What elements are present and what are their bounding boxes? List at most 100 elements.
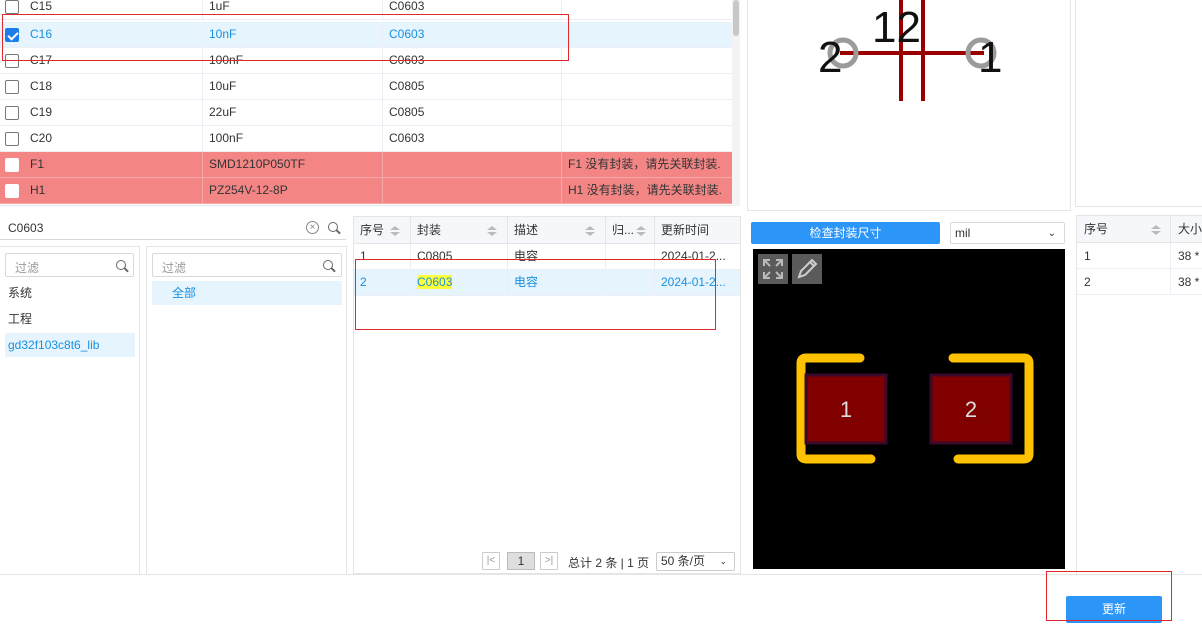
category-filter-input[interactable]: 过滤 (152, 253, 342, 277)
search-match-highlight: C0603 (417, 275, 453, 289)
footprint-cell (383, 152, 562, 178)
value-cell: 10uF (203, 74, 383, 100)
footprint-search-input[interactable]: C0603 × (0, 216, 346, 240)
footprint-drawing: 1 2 (796, 353, 1034, 464)
component-row[interactable]: C18 10uF C0805 (0, 74, 732, 100)
row-checkbox[interactable] (5, 80, 19, 94)
header-footprint[interactable]: 封装 (411, 217, 508, 244)
clear-icon[interactable]: × (306, 221, 319, 234)
description-cell: 电容 (508, 270, 606, 296)
search-icon[interactable] (328, 222, 340, 234)
update-button[interactable]: 更新 (1066, 596, 1162, 623)
footprint-cell (383, 178, 562, 204)
component-row[interactable]: C20 100nF C0603 (0, 126, 732, 152)
current-page[interactable]: 1 (507, 552, 535, 570)
category-item-all[interactable]: 全部 (152, 281, 342, 305)
pad-index-cell: 2 (1077, 269, 1171, 295)
footprint-name-cell: C0805 (411, 244, 508, 270)
pad-index-cell: 1 (1077, 243, 1171, 269)
header-index[interactable]: 序号 (354, 217, 411, 244)
footprint-row[interactable]: 1 C0805 电容 2024-01-2... (354, 244, 740, 270)
unit-value: mil (955, 226, 971, 240)
value-cell: PZ254V-12-8P (203, 178, 383, 204)
fullscreen-icon[interactable] (758, 254, 788, 284)
header-index[interactable]: 序号 (1077, 216, 1171, 243)
last-page-button[interactable]: >| (540, 552, 558, 570)
component-row[interactable]: C19 22uF C0805 (0, 100, 732, 126)
note-cell (562, 126, 732, 152)
value-cell: SMD1210P050TF (203, 152, 383, 178)
row-checkbox[interactable] (5, 158, 19, 172)
component-row[interactable]: C17 100nF C0603 (0, 48, 732, 74)
row-checkbox[interactable] (5, 132, 19, 146)
chevron-down-icon: ⌄ (719, 556, 727, 566)
note-cell (562, 74, 732, 100)
note-cell (562, 22, 732, 48)
value-cell: 100nF (203, 126, 383, 152)
filter-placeholder: 过滤 (162, 261, 187, 275)
footprint-cell: C0805 (383, 100, 562, 126)
note-cell (562, 0, 732, 20)
pad-size-cell: 38 * (1171, 243, 1202, 269)
symbol-preview: 2 1 12 (747, 0, 1071, 211)
designator-cell: C16 (24, 22, 203, 48)
library-item-system[interactable]: 系统 (5, 281, 135, 305)
note-cell (562, 48, 732, 74)
footprint-name-cell: C0603 (411, 270, 508, 296)
component-row[interactable]: C16 10nF C0603 (0, 22, 732, 48)
unit-select[interactable]: mil ⌄ (950, 222, 1065, 244)
search-value: C0603 (8, 221, 44, 235)
search-icon (116, 260, 128, 272)
row-checkbox[interactable] (5, 106, 19, 120)
row-checkbox[interactable] (5, 184, 19, 198)
row-checkbox[interactable] (5, 54, 19, 68)
component-table-scrollbar[interactable] (732, 0, 740, 206)
filter-placeholder: 过滤 (15, 261, 40, 275)
chevron-down-icon: ⌄ (1047, 228, 1056, 239)
footprint-cell: C0603 (383, 126, 562, 152)
footprint-canvas[interactable]: 1 2 (753, 249, 1065, 569)
library-filter-input[interactable]: 过滤 (5, 253, 134, 277)
footprint-table-header: 序号 封装 描述 归... 更新时间 (354, 217, 740, 244)
value-cell: 10nF (203, 22, 383, 48)
component-row-error[interactable]: F1 SMD1210P050TF F1 没有封装，请先关联封装. (0, 152, 732, 178)
check-footprint-size-button[interactable]: 检查封装尺寸 (751, 222, 940, 244)
edit-icon[interactable] (792, 254, 822, 284)
header-updated[interactable]: 更新时间 (655, 217, 740, 244)
designator-cell: C20 (24, 126, 203, 152)
row-checkbox[interactable] (5, 0, 19, 14)
footprint-cell: C0603 (383, 48, 562, 74)
pagination-summary: 总计 2 条 | 1 页 (568, 556, 650, 570)
first-page-button[interactable]: |< (482, 552, 500, 570)
library-item-project[interactable]: 工程 (5, 307, 135, 331)
side-panel (1075, 0, 1202, 207)
row-checkbox[interactable] (5, 28, 19, 42)
component-row-error[interactable]: H1 PZ254V-12-8P H1 没有封装，请先关联封装. (0, 178, 732, 204)
library-item-gd32f103c8t6-lib[interactable]: gd32f103c8t6_lib (5, 333, 135, 357)
updated-cell: 2024-01-2... (661, 249, 726, 263)
designator-cell: C18 (24, 74, 203, 100)
footprint-cell: C0603 (383, 22, 562, 48)
header-size[interactable]: 大小 (1171, 216, 1202, 243)
header-description[interactable]: 描述 (508, 217, 606, 244)
page-size-select[interactable]: 50 条/页 ⌄ (656, 552, 735, 571)
value-cell: 100nF (203, 48, 383, 74)
search-icon (323, 260, 335, 272)
value-cell: 22uF (203, 100, 383, 126)
footprint-table: 序号 封装 描述 归... 更新时间 1 C0805 电容 2024-01-2.… (353, 216, 741, 574)
pad-label: 2 (965, 397, 977, 422)
footprint-cell: C0603 (383, 0, 562, 20)
scrollbar-thumb[interactable] (733, 0, 739, 36)
error-note-cell: H1 没有封装，请先关联封装. (568, 183, 723, 197)
pad-size-cell: 38 * (1171, 269, 1202, 295)
component-table: C15 1uF C0603 C16 10nF C0603 C17 100nF C… (0, 0, 732, 206)
component-row[interactable]: C15 1uF C0603 (0, 0, 732, 20)
header-owner[interactable]: 归... (606, 217, 655, 244)
category-panel: 过滤 全部 (146, 246, 347, 575)
designator-cell: C19 (24, 100, 203, 126)
pad-label: 1 (840, 397, 852, 422)
pin-number-left: 2 (818, 33, 842, 82)
error-note-cell: F1 没有封装，请先关联封装. (568, 157, 721, 171)
capacitor-symbol: 2 1 12 (818, 0, 1002, 101)
footprint-row[interactable]: 2 C0603 电容 2024-01-2... (354, 270, 740, 296)
